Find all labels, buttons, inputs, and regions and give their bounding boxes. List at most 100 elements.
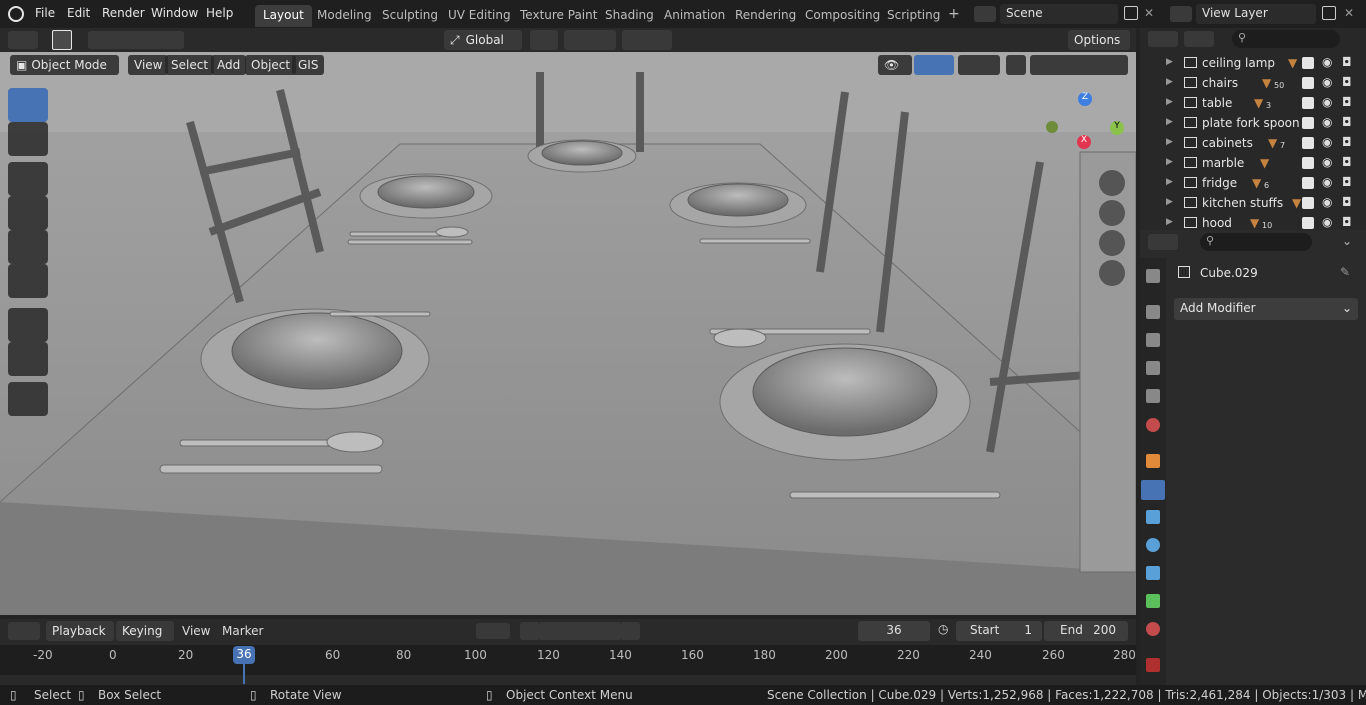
eye-icon[interactable]: ◉: [1322, 95, 1332, 109]
tab-texture-paint[interactable]: Texture Paint: [512, 5, 605, 27]
tab-rendering[interactable]: Rendering: [727, 5, 804, 27]
object-mode-dropdown[interactable]: ▣ Object Mode: [10, 55, 119, 75]
play-reverse-icon[interactable]: [560, 622, 580, 640]
overlays-icon[interactable]: [958, 55, 1000, 75]
exclude-checkbox[interactable]: [1302, 157, 1314, 169]
select-box-tool-icon[interactable]: [8, 88, 48, 122]
render-camera-icon[interactable]: ◘: [1342, 55, 1352, 69]
add-modifier-dropdown[interactable]: Add Modifier ⌄: [1174, 298, 1358, 320]
eye-icon[interactable]: ◉: [1322, 155, 1332, 169]
scene-icon[interactable]: [974, 6, 996, 22]
exclude-checkbox[interactable]: [1302, 97, 1314, 109]
outliner-row[interactable]: ▶ marble ▼ ◉ ◘: [1140, 153, 1366, 173]
rotate-tool-icon[interactable]: [8, 196, 48, 230]
options-button[interactable]: Options: [1068, 30, 1130, 50]
exclude-checkbox[interactable]: [1302, 117, 1314, 129]
outliner-row[interactable]: ▶ hood ▼ 10 ◉ ◘: [1140, 213, 1366, 230]
eye-icon[interactable]: ◉: [1322, 135, 1332, 149]
scene-field[interactable]: Scene: [1000, 4, 1118, 24]
end-frame-field[interactable]: End 200: [1044, 621, 1128, 641]
snap-icon[interactable]: [564, 30, 616, 50]
expand-arrow-icon[interactable]: ▶: [1166, 137, 1173, 147]
xray-icon[interactable]: [1006, 55, 1026, 75]
exclude-checkbox[interactable]: [1302, 137, 1314, 149]
perspective-grid-icon[interactable]: [1099, 260, 1125, 286]
frame-ruler[interactable]: [0, 645, 1136, 675]
timeline-view-menu[interactable]: View: [182, 624, 210, 638]
menu-help[interactable]: Help: [206, 6, 233, 20]
expand-arrow-icon[interactable]: ▶: [1166, 117, 1173, 127]
menu-window[interactable]: Window: [151, 6, 198, 20]
outliner-row[interactable]: ▶ ceiling lamp ▼ ◉ ◘: [1140, 53, 1366, 73]
eye-icon[interactable]: ◉: [1322, 55, 1332, 69]
particles-tab-icon[interactable]: [1146, 510, 1160, 524]
eye-icon[interactable]: ◉: [1322, 195, 1332, 209]
render-camera-icon[interactable]: ◘: [1342, 215, 1352, 229]
viewport-menu-select[interactable]: Select: [165, 55, 215, 75]
playhead[interactable]: 36: [233, 646, 255, 664]
annotate-tool-icon[interactable]: [8, 308, 48, 342]
viewport-menu-view[interactable]: View: [128, 55, 169, 75]
render-camera-icon[interactable]: ◘: [1342, 75, 1352, 89]
render-camera-icon[interactable]: ◘: [1342, 115, 1352, 129]
neg-y-axis-icon[interactable]: [1046, 121, 1058, 133]
transform-tool-icon[interactable]: [8, 264, 48, 298]
current-frame-field[interactable]: 36: [858, 621, 930, 641]
select-tool-icon[interactable]: [52, 30, 72, 50]
tab-modeling[interactable]: Modeling: [309, 5, 380, 27]
outliner-editor-icon[interactable]: [1148, 31, 1178, 47]
exclude-checkbox[interactable]: [1302, 77, 1314, 89]
exclude-checkbox[interactable]: [1302, 57, 1314, 69]
mesh-data-tab-icon[interactable]: [1146, 594, 1160, 608]
stopwatch-icon[interactable]: ◷: [938, 622, 948, 636]
viewport-menu-add[interactable]: Add: [211, 55, 247, 75]
physics-tab-icon[interactable]: [1146, 538, 1160, 552]
tab-uv-editing[interactable]: UV Editing: [440, 5, 519, 27]
camera-icon[interactable]: [1099, 230, 1125, 256]
tab-scripting[interactable]: Scripting: [879, 5, 948, 27]
proportional-edit-icon[interactable]: [622, 30, 672, 50]
3d-viewport[interactable]: [0, 52, 1136, 615]
move-tool-icon[interactable]: [8, 162, 48, 196]
tab-compositing[interactable]: Compositing: [797, 5, 888, 27]
add-cube-tool-icon[interactable]: [8, 382, 48, 416]
render-camera-icon[interactable]: ◘: [1342, 95, 1352, 109]
exclude-checkbox[interactable]: [1302, 177, 1314, 189]
zoom-icon[interactable]: [1099, 170, 1125, 196]
texture-tab-icon[interactable]: [1146, 658, 1160, 672]
modifier-wrench-icon[interactable]: [1141, 480, 1165, 500]
render-tab-icon[interactable]: [1146, 305, 1160, 319]
timeline-editor-icon[interactable]: [8, 622, 40, 640]
tab-shading[interactable]: Shading: [597, 5, 662, 27]
keying-menu[interactable]: Keying: [116, 621, 174, 641]
view-layer-field[interactable]: View Layer: [1196, 4, 1316, 24]
tab-animation[interactable]: Animation: [656, 5, 733, 27]
material-tab-icon[interactable]: [1146, 622, 1160, 636]
render-camera-icon[interactable]: ◘: [1342, 195, 1352, 209]
pin-icon[interactable]: ✎: [1340, 265, 1350, 279]
measure-tool-icon[interactable]: [8, 342, 48, 376]
properties-search-input[interactable]: ⚲: [1200, 233, 1312, 251]
tab-sculpting[interactable]: Sculpting: [374, 5, 446, 27]
y-axis-icon[interactable]: Y: [1110, 121, 1124, 135]
playback-menu[interactable]: Playback: [46, 621, 114, 641]
play-icon[interactable]: [580, 622, 600, 640]
eye-icon[interactable]: ◉: [1322, 175, 1332, 189]
render-camera-icon[interactable]: ◘: [1342, 135, 1352, 149]
outliner-row[interactable]: ▶ plate fork spoon ◉ ◘: [1140, 113, 1366, 133]
blender-logo-icon[interactable]: [8, 6, 24, 22]
gizmo-toggle-icon[interactable]: [914, 55, 954, 75]
outliner-row[interactable]: ▶ chairs ▼ 50 ◉ ◘: [1140, 73, 1366, 93]
tab-layout[interactable]: Layout: [255, 5, 312, 27]
transform-orientation-dropdown[interactable]: ⤢ Global: [444, 30, 522, 50]
view-layer-icon[interactable]: [1170, 6, 1192, 22]
jump-start-icon[interactable]: [520, 622, 540, 640]
expand-arrow-icon[interactable]: ▶: [1166, 197, 1173, 207]
scene-tab-icon[interactable]: [1146, 389, 1160, 403]
constraints-tab-icon[interactable]: [1146, 566, 1160, 580]
visibility-icon[interactable]: 👁: [878, 55, 912, 75]
viewport-menu-gis[interactable]: GIS: [292, 55, 325, 75]
jump-end-icon[interactable]: [620, 622, 640, 640]
expand-arrow-icon[interactable]: ▶: [1166, 157, 1173, 167]
scale-tool-icon[interactable]: [8, 230, 48, 264]
